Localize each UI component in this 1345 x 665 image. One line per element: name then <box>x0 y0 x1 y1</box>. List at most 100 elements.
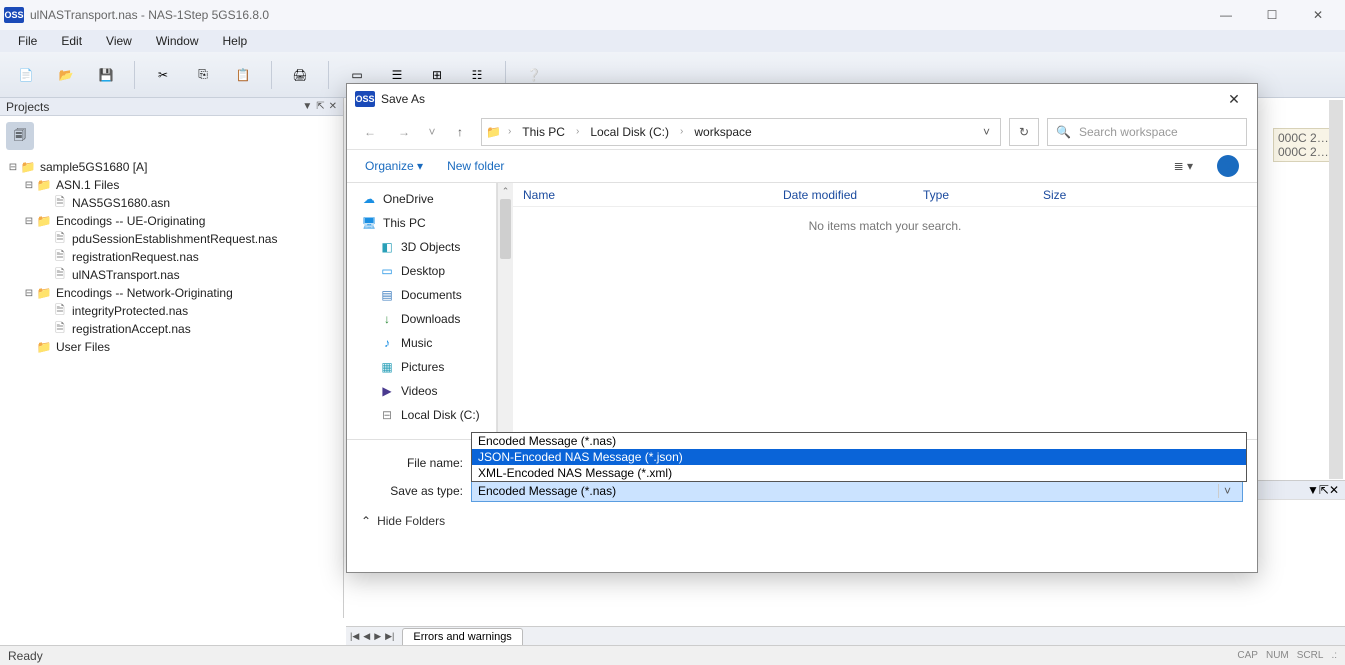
nav-tree-item[interactable]: ♪Music <box>347 331 496 355</box>
files-group-icon[interactable]: 🗐 <box>6 122 34 150</box>
hide-folders-button[interactable]: ⌃ Hide Folders <box>361 514 445 528</box>
save-type-dropdown-icon[interactable]: ˅ <box>1218 484 1236 498</box>
nav-tree-icon: 🖥 <box>361 216 377 230</box>
tree-item[interactable]: 🗎integrityProtected.nas <box>4 302 343 320</box>
tree-item[interactable]: ⊟📁sample5GS1680 [A] <box>4 158 343 176</box>
output-pin-icon[interactable]: ⇱ <box>1319 483 1329 497</box>
nav-tree-item[interactable]: ◧3D Objects <box>347 235 496 259</box>
toolbar-open-icon[interactable]: 📂 <box>50 59 82 91</box>
tab-errors-warnings[interactable]: Errors and warnings <box>402 628 522 645</box>
prev-tab-icon[interactable]: ◀ <box>363 631 370 642</box>
folder-icon: 📁 <box>486 125 501 139</box>
toolbar-new-icon[interactable]: 📄 <box>10 59 42 91</box>
nav-tree-item[interactable]: ▤Documents <box>347 283 496 307</box>
nav-tree-item[interactable]: ☁OneDrive <box>347 187 496 211</box>
tree-item[interactable]: ⊟📁Encodings -- Network-Originating <box>4 284 343 302</box>
tree-item[interactable]: 🗎ulNASTransport.nas <box>4 266 343 284</box>
toolbar-paste-icon[interactable]: 📋 <box>227 59 259 91</box>
column-name[interactable]: Name <box>513 188 773 202</box>
view-mode-button[interactable]: ≣ ▾ <box>1174 159 1193 173</box>
save-type-value: Encoded Message (*.nas) <box>478 484 1218 498</box>
nav-tree-item[interactable]: ▦Pictures <box>347 355 496 379</box>
minimize-button[interactable]: — <box>1203 0 1249 30</box>
back-button[interactable]: ← <box>357 119 383 145</box>
panel-dropdown-icon[interactable]: ▼ <box>302 101 312 112</box>
save-type-label: Save as type: <box>361 484 471 498</box>
new-folder-button[interactable]: New folder <box>447 159 504 173</box>
folder-icon: 📁 <box>36 340 52 354</box>
panel-close-icon[interactable]: ✕ <box>329 101 337 112</box>
crumb-sep-icon: › <box>573 126 582 137</box>
tree-item[interactable]: ⊟📁Encodings -- UE-Originating <box>4 212 343 230</box>
tree-item[interactable]: 🗎NAS5GS1680.asn <box>4 194 343 212</box>
nav-tree-item[interactable]: ↓Downloads <box>347 307 496 331</box>
crumb-dropdown-icon[interactable]: ˅ <box>977 125 996 139</box>
num-indicator: NUM <box>1266 650 1289 661</box>
folder-icon: 📁 <box>36 214 52 228</box>
file-list[interactable]: Name Date modified Type Size No items ma… <box>513 183 1257 439</box>
nav-tree-item[interactable]: 🖥This PC <box>347 211 496 235</box>
toolbar-copy-icon[interactable]: ⎘ <box>187 59 219 91</box>
type-option[interactable]: Encoded Message (*.nas) <box>472 433 1246 449</box>
type-option[interactable]: XML-Encoded NAS Message (*.xml) <box>472 465 1246 481</box>
tree-twisty-icon[interactable]: ⊟ <box>6 162 20 173</box>
tree-item-label: ulNASTransport.nas <box>72 268 180 282</box>
crumb-workspace[interactable]: workspace <box>690 125 755 139</box>
crumb-this-pc[interactable]: This PC <box>518 125 569 139</box>
output-dropdown-icon[interactable]: ▼ <box>1307 483 1319 497</box>
menu-file[interactable]: File <box>6 31 49 51</box>
nav-tree-item[interactable]: ▶Videos <box>347 379 496 403</box>
help-button[interactable]: ? <box>1217 155 1239 177</box>
tree-item-label: integrityProtected.nas <box>72 304 188 318</box>
tree-twisty-icon[interactable]: ⊟ <box>22 180 36 191</box>
crumb-local-disk[interactable]: Local Disk (C:) <box>586 125 673 139</box>
nav-tree-item[interactable]: ⊟Local Disk (C:) <box>347 403 496 427</box>
tree-item[interactable]: 📁User Files <box>4 338 343 356</box>
toolbar-print-icon[interactable]: 🖨 <box>284 59 316 91</box>
save-type-select[interactable]: Encoded Message (*.nas) ˅ <box>471 480 1243 502</box>
tree-twisty-icon[interactable]: ⊟ <box>22 216 36 227</box>
last-tab-icon[interactable]: ▶| <box>385 631 394 642</box>
tree-item[interactable]: 🗎registrationAccept.nas <box>4 320 343 338</box>
column-date[interactable]: Date modified <box>773 188 913 202</box>
column-size[interactable]: Size <box>1033 188 1113 202</box>
status-text: Ready <box>8 649 43 663</box>
dialog-nav-tree[interactable]: ☁OneDrive🖥This PC◧3D Objects▭Desktop▤Doc… <box>347 183 497 439</box>
resize-grip-icon[interactable]: .: <box>1331 650 1337 661</box>
nav-tree-scrollbar[interactable]: ⌃ <box>497 183 513 439</box>
output-close-icon[interactable]: ✕ <box>1329 483 1339 497</box>
up-button[interactable]: ↑ <box>447 119 473 145</box>
panel-pin-icon[interactable]: ⇱ <box>316 101 324 112</box>
nav-tree-item[interactable]: ▭Desktop <box>347 259 496 283</box>
maximize-button[interactable]: ☐ <box>1249 0 1295 30</box>
scroll-up-icon[interactable]: ⌃ <box>498 183 513 199</box>
scroll-thumb[interactable] <box>500 199 511 259</box>
project-tree[interactable]: ⊟📁sample5GS1680 [A]⊟📁ASN.1 Files🗎NAS5GS1… <box>0 158 343 356</box>
tab-nav[interactable]: |◀ ◀ ▶ ▶| <box>346 631 398 642</box>
search-field[interactable]: 🔍 Search workspace <box>1047 118 1247 146</box>
breadcrumb-bar[interactable]: 📁 › This PC › Local Disk (C:) › workspac… <box>481 118 1001 146</box>
type-option[interactable]: JSON-Encoded NAS Message (*.json) <box>472 449 1246 465</box>
forward-button[interactable]: → <box>391 119 417 145</box>
menu-edit[interactable]: Edit <box>49 31 94 51</box>
vertical-scrollbar[interactable] <box>1329 100 1343 479</box>
save-type-dropdown[interactable]: Encoded Message (*.nas)JSON-Encoded NAS … <box>471 432 1247 482</box>
organize-button[interactable]: Organize ▾ <box>365 159 423 173</box>
next-tab-icon[interactable]: ▶ <box>374 631 381 642</box>
tree-item[interactable]: ⊟📁ASN.1 Files <box>4 176 343 194</box>
dialog-close-button[interactable]: ✕ <box>1219 91 1249 108</box>
toolbar-save-icon[interactable]: 💾 <box>90 59 122 91</box>
column-type[interactable]: Type <box>913 188 1033 202</box>
forward-history-dropdown[interactable]: ˅ <box>425 119 439 145</box>
tree-twisty-icon[interactable]: ⊟ <box>22 288 36 299</box>
tree-item[interactable]: 🗎pduSessionEstablishmentRequest.nas <box>4 230 343 248</box>
menu-view[interactable]: View <box>94 31 144 51</box>
refresh-button[interactable]: ↻ <box>1009 118 1039 146</box>
menu-window[interactable]: Window <box>144 31 211 51</box>
close-button[interactable]: ✕ <box>1295 0 1341 30</box>
list-header[interactable]: Name Date modified Type Size <box>513 183 1257 207</box>
tree-item[interactable]: 🗎registrationRequest.nas <box>4 248 343 266</box>
menu-help[interactable]: Help <box>211 31 260 51</box>
first-tab-icon[interactable]: |◀ <box>350 631 359 642</box>
toolbar-cut-icon[interactable]: ✂ <box>147 59 179 91</box>
